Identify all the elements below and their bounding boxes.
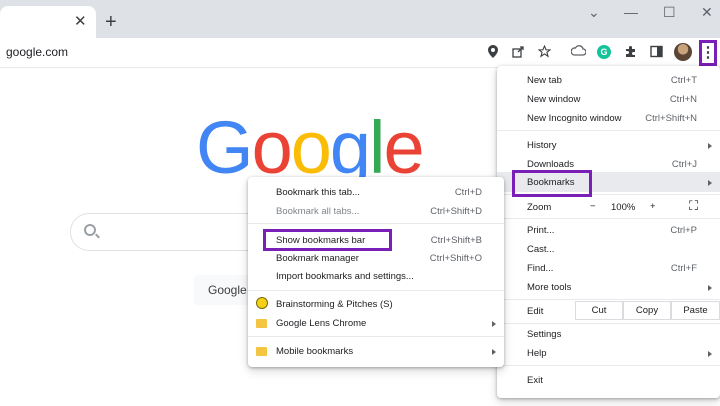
chevron-right-icon: [492, 321, 496, 327]
search-input[interactable]: [70, 213, 270, 251]
google-search-button[interactable]: Google: [194, 275, 254, 305]
menu-item-import-bookmarks[interactable]: Import bookmarks and settings...: [276, 271, 414, 282]
copy-button[interactable]: Copy: [623, 301, 671, 320]
maximize-button[interactable]: ☐: [663, 4, 676, 20]
menu-item-bookmark-all: Bookmark all tabs...: [276, 206, 360, 217]
shortcut-new-window: Ctrl+N: [669, 94, 697, 105]
location-icon[interactable]: [485, 45, 501, 61]
title-bar: ✕ + ⌄ — ☐ ✕: [0, 0, 720, 38]
menu-item-downloads[interactable]: Downloads: [527, 159, 574, 170]
menu-item-more-tools[interactable]: More tools: [527, 282, 571, 293]
shortcut-print: Ctrl+P: [670, 225, 697, 236]
menu-item-settings[interactable]: Settings: [527, 329, 561, 340]
menu-item-help[interactable]: Help: [527, 348, 547, 359]
chrome-menu: New tab Ctrl+T New window Ctrl+N New Inc…: [497, 66, 720, 398]
menu-item-new-tab[interactable]: New tab: [527, 75, 562, 86]
zoom-in-button[interactable]: +: [650, 201, 656, 212]
close-window-button[interactable]: ✕: [701, 4, 713, 20]
browser-tab[interactable]: ✕: [0, 6, 96, 38]
search-icon: [84, 224, 96, 236]
menu-item-cast[interactable]: Cast...: [527, 244, 554, 255]
divider: [497, 323, 720, 324]
new-tab-button[interactable]: +: [105, 12, 117, 32]
address-bar[interactable]: google.com: [6, 45, 68, 59]
tab-close-icon[interactable]: ✕: [74, 14, 87, 30]
shortcut-bookmark-manager: Ctrl+Shift+O: [429, 253, 482, 264]
bookmarks-submenu: Bookmark this tab... Ctrl+D Bookmark all…: [248, 177, 504, 367]
puzzle-icon[interactable]: [622, 45, 638, 61]
bookmarks-highlight: [512, 170, 592, 197]
bookmark-folder-lens[interactable]: Google Lens Chrome: [276, 318, 366, 329]
folder-icon: [256, 347, 267, 356]
chevron-right-icon: [492, 349, 496, 355]
paste-button[interactable]: Paste: [671, 301, 720, 320]
fullscreen-icon[interactable]: ⛶: [689, 198, 698, 214]
google-logo: Google: [196, 106, 425, 189]
chevron-right-icon: [708, 351, 712, 357]
shortcut-incognito: Ctrl+Shift+N: [645, 113, 697, 124]
logo-letter: G: [196, 106, 254, 189]
divider: [497, 218, 720, 219]
avatar[interactable]: [674, 43, 692, 61]
star-icon[interactable]: [536, 44, 552, 61]
menu-item-print[interactable]: Print...: [527, 225, 554, 236]
kebab-highlight: [699, 40, 717, 66]
menu-item-edit: Edit: [527, 306, 544, 317]
divider: [248, 290, 504, 291]
menu-item-bookmark-tab[interactable]: Bookmark this tab...: [276, 187, 360, 198]
extension-cloud-icon[interactable]: [570, 45, 587, 61]
shortcut-find: Ctrl+F: [670, 263, 697, 274]
chevron-right-icon: [708, 285, 712, 291]
menu-item-find[interactable]: Find...: [527, 263, 553, 274]
bookmark-item-brainstorming[interactable]: Brainstorming & Pitches (S): [276, 299, 393, 310]
divider: [497, 130, 720, 131]
menu-item-zoom: Zoom: [527, 202, 552, 213]
grammarly-icon[interactable]: G: [597, 45, 611, 59]
menu-item-new-window[interactable]: New window: [527, 94, 580, 105]
menu-item-bookmark-manager[interactable]: Bookmark manager: [276, 253, 359, 264]
tab-search-icon[interactable]: ⌄: [588, 4, 600, 20]
chevron-right-icon: [708, 143, 712, 149]
folder-icon: [256, 319, 267, 328]
shortcut-downloads: Ctrl+J: [671, 159, 697, 170]
cut-button[interactable]: Cut: [575, 301, 623, 320]
bookmark-folder-mobile[interactable]: Mobile bookmarks: [276, 346, 353, 357]
toolbar: google.com G ⋮: [0, 38, 720, 68]
zoom-out-button[interactable]: −: [590, 201, 596, 212]
divider: [497, 365, 720, 366]
divider: [497, 299, 720, 300]
divider: [248, 223, 504, 224]
shortcut-bookmark-tab: Ctrl+D: [454, 187, 482, 198]
sidepanel-icon[interactable]: [648, 45, 664, 61]
menu-item-exit[interactable]: Exit: [527, 375, 543, 386]
shortcut-bookmark-all: Ctrl+Shift+D: [430, 206, 482, 217]
share-icon[interactable]: [510, 45, 526, 61]
chevron-right-icon: [708, 180, 712, 186]
minimize-button[interactable]: —: [624, 4, 638, 20]
zoom-value: 100%: [611, 202, 636, 213]
show-bookmarks-bar-highlight: [263, 229, 392, 251]
favicon-icon: [256, 297, 268, 309]
shortcut-new-tab: Ctrl+T: [670, 75, 697, 86]
menu-item-history[interactable]: History: [527, 140, 557, 151]
shortcut-show-bookmarks-bar: Ctrl+Shift+B: [430, 235, 482, 246]
menu-item-incognito[interactable]: New Incognito window: [527, 113, 622, 124]
divider: [248, 336, 504, 337]
